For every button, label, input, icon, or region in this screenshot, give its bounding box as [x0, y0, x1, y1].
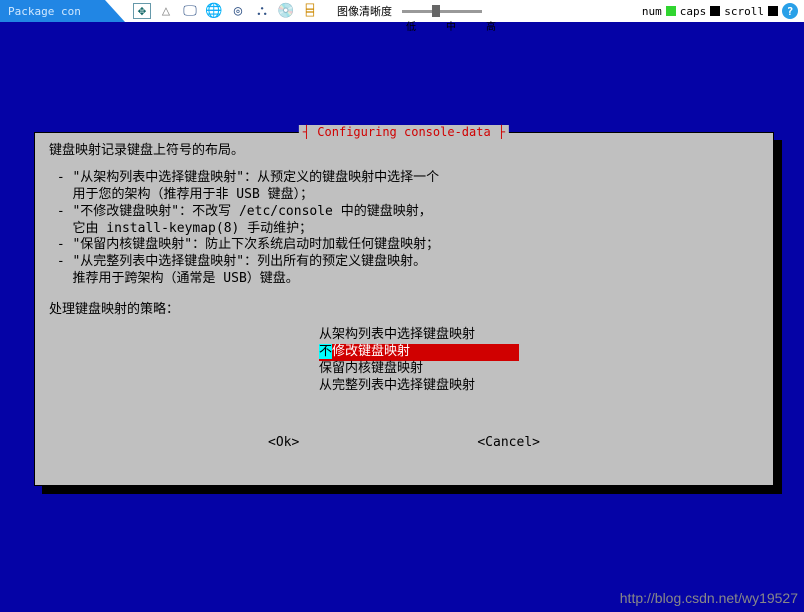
- help-icon[interactable]: ?: [782, 3, 798, 19]
- caps-indicator: [710, 6, 720, 16]
- dialog-body: 键盘映射记录键盘上符号的布局。 - "从架构列表中选择键盘映射"：从预定义的键盘…: [49, 143, 759, 451]
- bullet-2-l1: - "保留内核键盘映射"：防止下次系统启动时加载任何键盘映射；: [49, 237, 759, 254]
- window-title: Package con: [0, 0, 105, 22]
- config-dialog: ┤ Configuring console-data ├ 键盘映射记录键盘上符号…: [34, 132, 774, 486]
- yellow-icon[interactable]: ⌸: [301, 3, 319, 19]
- num-label: num: [642, 5, 662, 18]
- toolbar-curve: [105, 0, 125, 22]
- slider-low: 低: [406, 18, 416, 33]
- top-toolbar: Package con ✥ △ 🖵 🌐 ◎ ⛬ 💿 ⌸ 图像清晰度 低 中 高 …: [0, 0, 804, 22]
- caps-label: caps: [680, 5, 707, 18]
- globe-icon[interactable]: 🌐: [205, 3, 223, 19]
- scroll-indicator: [768, 6, 778, 16]
- slider-high: 高: [486, 18, 496, 33]
- dialog-intro: 键盘映射记录键盘上符号的布局。: [49, 143, 759, 160]
- cancel-button[interactable]: <Cancel>: [477, 435, 540, 452]
- status-indicators: num caps scroll ?: [642, 3, 804, 19]
- bullet-0-l2: 用于您的架构（推荐用于非 USB 键盘）；: [49, 187, 759, 204]
- disc-icon[interactable]: ◎: [229, 3, 247, 19]
- scroll-label: scroll: [724, 5, 764, 18]
- bullet-0-l1: - "从架构列表中选择键盘映射"：从预定义的键盘映射中选择一个: [49, 170, 759, 187]
- bullet-1-l1: - "不修改键盘映射"：不改写 /etc/console 中的键盘映射，: [49, 204, 759, 221]
- bullet-1-l2: 它由 install-keymap(8) 手动维护；: [49, 221, 759, 238]
- move-icon[interactable]: ✥: [133, 3, 151, 19]
- slider-thumb[interactable]: [432, 5, 440, 17]
- option-no-modify[interactable]: 不修改键盘映射: [319, 344, 519, 361]
- network-icon[interactable]: ⛬: [253, 3, 271, 19]
- bullet-3-l1: - "从完整列表中选择键盘映射"：列出所有的预定义键盘映射。: [49, 254, 759, 271]
- ok-button[interactable]: <Ok>: [268, 435, 299, 452]
- slider-mid: 中: [446, 18, 456, 33]
- dialog-buttons: <Ok> <Cancel>: [49, 435, 759, 452]
- watermark: http://blog.csdn.net/wy19527: [620, 590, 798, 606]
- num-indicator: [666, 6, 676, 16]
- option-arch-list[interactable]: 从架构列表中选择键盘映射: [319, 327, 519, 344]
- cd-icon[interactable]: 💿: [277, 3, 295, 19]
- tv-icon[interactable]: 🖵: [181, 3, 199, 19]
- option-keep-kernel[interactable]: 保留内核键盘映射: [319, 361, 519, 378]
- terminal-background: ┤ Configuring console-data ├ 键盘映射记录键盘上符号…: [0, 22, 804, 612]
- compass-icon[interactable]: △: [157, 3, 175, 19]
- bullet-3-l2: 推荐用于跨架构（通常是 USB）键盘。: [49, 271, 759, 288]
- toolbar-icon-group: ✥ △ 🖵 🌐 ◎ ⛬ 💿 ⌸: [125, 3, 327, 19]
- slider-labels: 低 中 高: [406, 18, 496, 33]
- option-list: 从架构列表中选择键盘映射 不修改键盘映射 保留内核键盘映射 从完整列表中选择键盘…: [319, 327, 759, 395]
- clarity-slider[interactable]: [402, 10, 482, 13]
- policy-label: 处理键盘映射的策略：: [49, 302, 759, 319]
- title-text: Package con: [8, 5, 81, 18]
- clarity-control: 图像清晰度 低 中 高: [337, 3, 496, 19]
- option-full-list[interactable]: 从完整列表中选择键盘映射: [319, 378, 519, 395]
- dialog-title: ┤ Configuring console-data ├: [299, 125, 509, 139]
- clarity-label: 图像清晰度: [337, 3, 392, 19]
